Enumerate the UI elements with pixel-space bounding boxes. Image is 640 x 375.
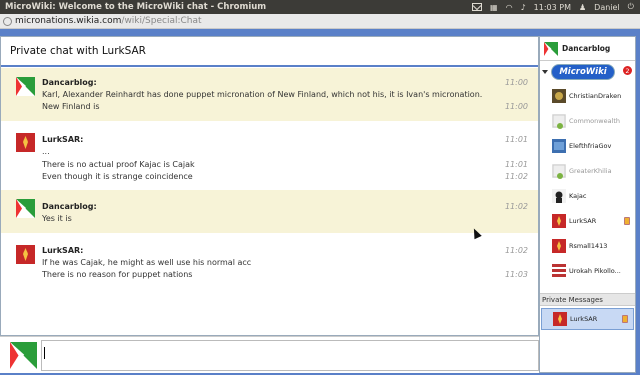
message-text: There is no reason for puppet nations <box>42 270 193 279</box>
avatar <box>552 263 566 278</box>
message-author[interactable]: LurkSAR: <box>42 135 83 144</box>
user-list-item[interactable]: Commonwealth <box>540 108 635 133</box>
message-author[interactable]: Dancarblog: <box>42 78 97 87</box>
user-name: GreaterKhilia <box>569 166 612 175</box>
message-composer <box>0 336 539 373</box>
message-time: 11:00 <box>504 102 528 111</box>
user-name: LurkSAR <box>569 216 597 225</box>
message: Dancarblog: Karl, Alexander Reinhardt ha… <box>1 68 538 121</box>
avatar[interactable] <box>16 245 35 264</box>
user-list-item[interactable]: ElefthfriaGov <box>540 133 635 158</box>
avatar <box>552 188 566 203</box>
avatar <box>552 138 566 153</box>
clock[interactable]: 11:03 PM <box>534 3 571 12</box>
away-status-icon <box>557 173 563 179</box>
user-list-item[interactable]: Urokah Pikollo... <box>540 258 635 283</box>
address-host: micronations.wikia.com <box>15 16 122 26</box>
private-message-user: LurkSAR <box>570 315 598 323</box>
message-time: 11:03 <box>504 270 528 279</box>
wifi-icon[interactable]: ◠ <box>506 3 513 12</box>
wiki-logo[interactable]: MicroWiki <box>551 64 615 80</box>
avatar[interactable] <box>16 133 35 152</box>
address-path: /wiki/Special:Chat <box>121 16 202 26</box>
user-name: Kajac <box>569 191 587 200</box>
message-text: Karl, Alexander Reinhardt has done puppe… <box>42 90 483 99</box>
message-text: Yes it is <box>42 214 72 223</box>
power-icon[interactable]: ⏻ <box>628 2 634 12</box>
page-background <box>636 29 640 375</box>
message-text: There is no actual proof Kajac is Cajak <box>42 160 195 169</box>
window-title: MicroWiki: Welcome to the MicroWiki chat… <box>5 2 267 12</box>
user-name: Commonwealth <box>569 116 621 125</box>
message-list: Dancarblog: Karl, Alexander Reinhardt ha… <box>1 68 538 335</box>
chat-panel: Private chat with LurkSAR Dancarblog: Ka… <box>0 36 539 336</box>
avatar[interactable] <box>16 77 35 96</box>
system-tray: ▦ ◠ ♪ 11:03 PM ♟ Daniel ⏻ <box>472 2 640 12</box>
keyboard-icon[interactable]: ▦ <box>490 3 498 12</box>
private-messages-header: Private Messages <box>540 293 635 306</box>
message-time: 11:01 <box>504 135 528 144</box>
user-list-item[interactable]: GreaterKhilia <box>540 158 635 183</box>
user-name: ChristianDraken <box>569 91 622 100</box>
message-text: If he was Cajak, he might as well use hi… <box>42 258 252 267</box>
wiki-room-toggle[interactable]: MicroWiki 2 <box>540 61 635 83</box>
chat-header: Private chat with LurkSAR <box>1 37 538 67</box>
message-time: 11:00 <box>504 78 528 87</box>
avatar[interactable] <box>16 199 35 218</box>
message-text: ... <box>42 147 50 156</box>
text-caret <box>44 347 45 359</box>
my-avatar <box>10 342 37 369</box>
message-input[interactable] <box>41 340 539 371</box>
moderator-badge-icon <box>624 217 630 225</box>
user-name: Rsmall1413 <box>569 241 608 250</box>
user-list-item[interactable]: Kajac <box>540 183 635 208</box>
unread-badge: 2 <box>623 66 632 75</box>
moderator-badge-icon <box>622 315 628 323</box>
avatar <box>544 41 558 56</box>
user-list-item[interactable]: ChristianDraken <box>540 83 635 108</box>
message-time: 11:01 <box>504 160 528 169</box>
message: Dancarblog: Yes it is 11:02 <box>1 190 538 233</box>
user-icon: ♟ <box>579 2 587 12</box>
message-time: 11:02 <box>504 202 528 211</box>
message: LurkSAR: ... There is no actual proof Ka… <box>1 121 538 190</box>
message-time: 11:02 <box>504 246 528 255</box>
user-list-item[interactable]: LurkSAR <box>540 208 635 233</box>
user-name: Urokah Pikollo... <box>569 266 621 275</box>
avatar <box>552 238 566 253</box>
message-author[interactable]: LurkSAR: <box>42 246 83 255</box>
current-user-name: Dancarblog <box>562 44 611 53</box>
mail-icon[interactable] <box>472 3 483 11</box>
message: LurkSAR: If he was Cajak, he might as we… <box>1 233 538 293</box>
globe-icon <box>3 16 12 26</box>
user-list-item[interactable]: Rsmall1413 <box>540 233 635 258</box>
window-titlebar: MicroWiki: Welcome to the MicroWiki chat… <box>0 0 640 14</box>
message-time: 11:02 <box>504 172 528 181</box>
volume-icon[interactable]: ♪ <box>521 3 526 12</box>
user-sidebar: Dancarblog MicroWiki 2 ChristianDraken C… <box>539 36 636 373</box>
chat-title: Private chat with LurkSAR <box>10 45 146 57</box>
chevron-down-icon[interactable] <box>542 70 548 74</box>
avatar <box>553 312 567 326</box>
away-status-icon <box>557 123 563 129</box>
avatar <box>552 88 566 103</box>
user-name: ElefthfriaGov <box>569 141 612 150</box>
user-name[interactable]: Daniel <box>594 3 620 12</box>
address-bar[interactable]: micronations.wikia.com /wiki/Special:Cha… <box>0 14 640 29</box>
message-author[interactable]: Dancarblog: <box>42 202 97 211</box>
current-user[interactable]: Dancarblog <box>540 37 635 61</box>
message-text: New Finland is <box>42 102 100 111</box>
message-text: Even though it is strange coincidence <box>42 172 193 181</box>
avatar <box>552 213 566 228</box>
private-message-item[interactable]: LurkSAR <box>541 308 634 330</box>
